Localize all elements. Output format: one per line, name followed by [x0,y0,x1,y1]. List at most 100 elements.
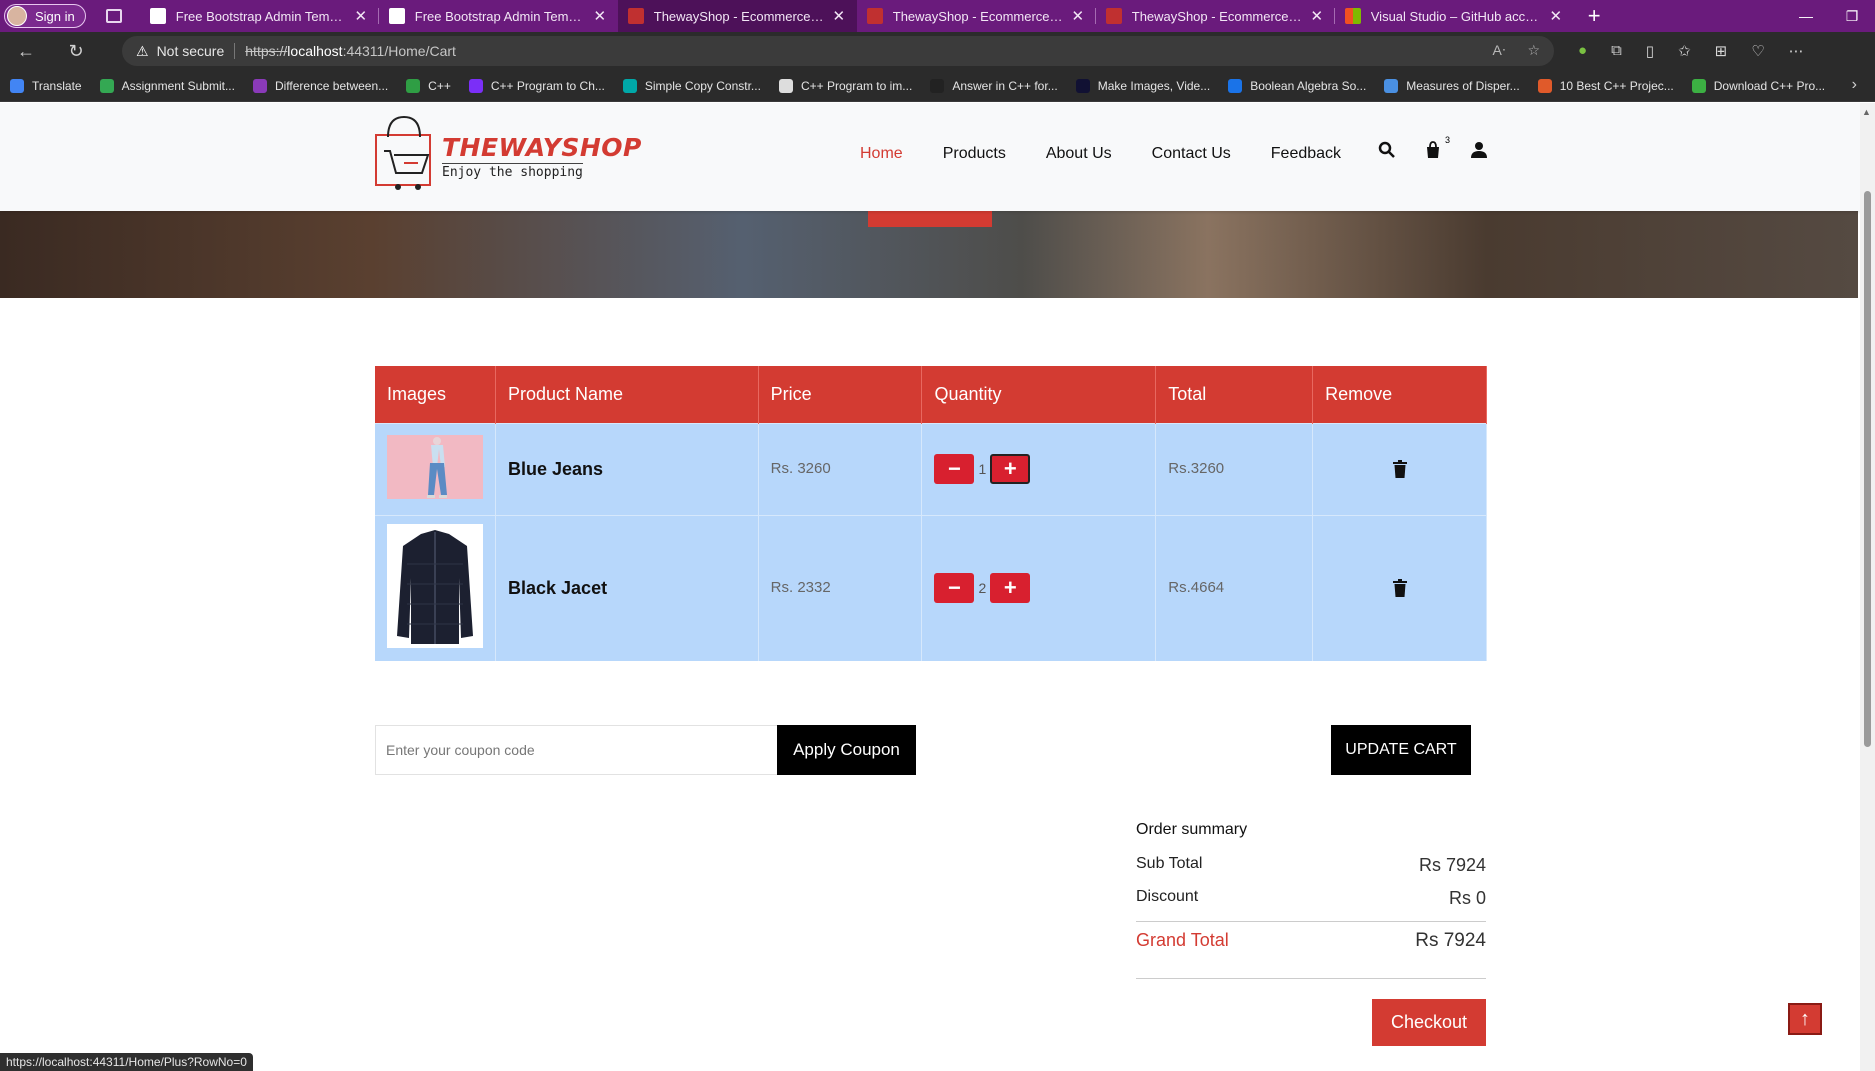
chevron-right-icon[interactable]: › [1852,76,1857,94]
browser-tab[interactable]: Free Bootstrap Admin Template ✕ [379,0,618,32]
restore-icon[interactable]: ❐ [1829,8,1875,25]
bookmark-item[interactable]: C++ Program to im... [778,78,912,93]
trash-icon[interactable] [1392,579,1408,598]
security-label[interactable]: Not secure [157,43,225,59]
bookmark-item[interactable]: Make Images, Vide... [1075,78,1210,93]
extensions-puzzle-icon[interactable]: ⧉ [1611,42,1622,60]
scroll-up-icon[interactable]: ▲ [1862,107,1871,117]
profile-signin-button[interactable]: Sign in [4,4,86,28]
nav-products[interactable]: Products [943,145,1006,163]
browser-tab[interactable]: ThewayShop - Ecommerce Bootstrap ✕ [1096,0,1335,32]
product-name[interactable]: Blue Jeans [508,459,603,479]
subtotal-value: Rs 7924 [1418,855,1486,875]
bookmark-item[interactable]: C++ Program to Ch... [468,78,605,93]
row-total: Rs.3260 [1168,460,1225,477]
new-tab-button[interactable]: + [1588,3,1601,29]
bookmark-item[interactable]: Assignment Submit... [99,78,235,93]
bookmark-item[interactable]: 10 Best C++ Projec... [1537,78,1674,93]
page-icon [388,8,405,24]
bookmark-favicon-icon [1228,78,1243,93]
increase-qty-button[interactable]: + [990,573,1031,604]
cart-bag-icon[interactable]: 3 [1424,135,1450,161]
performance-icon[interactable]: ♡ [1751,42,1764,60]
bookmarks-bar: Translate Assignment Submit... Difference … [0,70,1875,102]
bookmark-item[interactable]: Translate [10,78,82,93]
web-page: THEWAYSHOP Enjoy the shopping Home Produ… [0,103,1860,1071]
logo-title: THEWAYSHOP [442,133,642,162]
close-icon[interactable]: ✕ [353,7,369,25]
microsoft-icon [1344,8,1361,24]
bookmark-label: Answer in C++ for... [952,78,1058,93]
minimize-icon[interactable]: — [1783,8,1829,24]
read-aloud-icon[interactable]: Aᐧ [1493,42,1506,59]
decrease-qty-button[interactable]: − [934,573,975,604]
collections-icon[interactable]: ⊞ [1715,42,1728,60]
increase-qty-button[interactable]: + [990,454,1031,484]
decrease-qty-button[interactable]: − [934,454,975,484]
bookmark-item[interactable]: Measures of Disper... [1384,78,1520,93]
split-screen-icon[interactable]: ▯ [1646,42,1654,60]
address-bar[interactable]: ⚠ Not secure https:// localhost :44311/H… [122,36,1554,66]
product-price: Rs. 3260 [770,460,831,477]
window-controls: — ❐ [1783,0,1875,32]
scrollbar-thumb[interactable] [1864,191,1871,747]
warning-icon[interactable]: ⚠ [136,43,149,60]
site-logo[interactable]: THEWAYSHOP Enjoy the shopping [374,115,641,199]
bookmark-label: Download C++ Pro... [1713,78,1826,93]
signin-label: Sign in [35,8,75,24]
apply-coupon-button[interactable]: Apply Coupon [777,725,916,775]
bookmark-label: Simple Copy Constr... [644,78,761,93]
site-favicon-icon [627,8,644,24]
close-icon[interactable]: ✕ [592,7,608,25]
banner-button[interactable] [868,211,992,227]
favorite-star-icon[interactable]: ☆ [1527,42,1540,59]
bookmark-favicon-icon [930,78,945,93]
subtotal-row: Sub Total Rs 7924 [1136,855,1486,876]
back-icon[interactable]: ← [8,41,44,62]
page-scrollbar[interactable]: ▲ [1860,103,1875,1071]
nav-about-us[interactable]: About Us [1046,145,1112,163]
bookmark-item[interactable]: C++ [406,78,451,93]
bookmark-item[interactable]: Simple Copy Constr... [622,78,761,93]
extension-icon[interactable]: ● [1578,42,1587,60]
refresh-icon[interactable]: ↻ [58,41,94,62]
nav-feedback[interactable]: Feedback [1271,145,1341,163]
browser-tab[interactable]: ThewayShop - Ecommerce Bootstrap ✕ [857,0,1096,32]
nav-contact-us[interactable]: Contact Us [1152,145,1231,163]
user-icon[interactable] [1470,141,1490,161]
column-header: Remove [1312,366,1487,423]
close-icon[interactable]: ✕ [1309,7,1325,25]
bookmark-favicon-icon [1537,78,1552,93]
bookmark-item[interactable]: Difference between... [252,78,388,93]
grand-total-value: Rs 7924 [1415,930,1486,951]
browser-tab-active[interactable]: ThewayShop - Ecommerce Bootstrap ✕ [617,0,857,32]
column-header: Total [1155,366,1314,423]
close-icon[interactable]: ✕ [1548,7,1564,25]
search-icon[interactable] [1378,141,1398,161]
bookmark-label: C++ Program to Ch... [490,78,605,93]
bookmark-favicon-icon [468,78,483,93]
black-jacket-image [387,523,483,648]
update-cart-button[interactable]: UPDATE CART [1331,725,1471,775]
more-menu-icon[interactable]: ⋯ [1789,42,1804,60]
product-name[interactable]: Black Jacet [508,578,607,598]
nav-home[interactable]: Home [860,145,903,163]
order-summary: Order summary Sub Total Rs 7924 Discount… [1136,821,1486,979]
checkout-button[interactable]: Checkout [1372,999,1486,1046]
favorites-icon[interactable]: ✩ [1678,42,1691,60]
site-favicon-icon [866,8,883,24]
browser-tab[interactable]: Free Bootstrap Admin Template ✕ [140,0,379,32]
browser-tab[interactable]: Visual Studio – GitHub account s ✕ [1335,0,1574,32]
coupon-input[interactable]: Enter your coupon code [375,725,778,775]
discount-label: Discount [1136,888,1199,905]
back-to-top-arrow-icon[interactable]: ↑ [1788,1003,1822,1035]
close-icon[interactable]: ✕ [831,7,847,25]
trash-icon[interactable] [1392,460,1408,478]
bookmark-item[interactable]: Download C++ Pro... [1691,78,1826,93]
bookmark-item[interactable]: Boolean Algebra So... [1228,78,1366,93]
tab-title: ThewayShop - Ecommerce Bootstrap [1131,8,1303,24]
bookmark-item[interactable]: Answer in C++ for... [930,78,1058,93]
bookmark-favicon-icon [778,78,793,93]
tab-actions-icon[interactable] [105,9,122,23]
close-icon[interactable]: ✕ [1070,7,1086,25]
